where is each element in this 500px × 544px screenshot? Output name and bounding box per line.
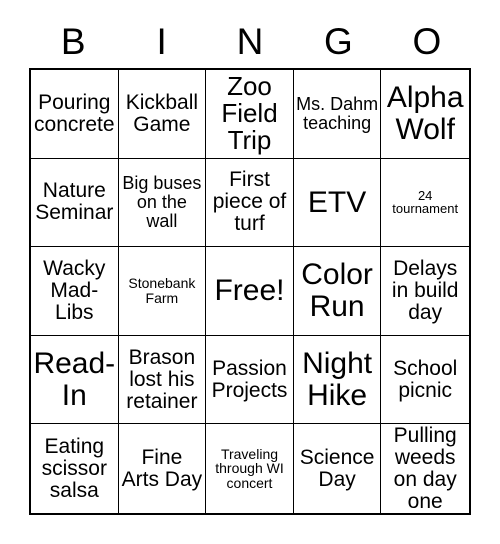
bingo-cell[interactable]: Eating scissor salsa — [31, 424, 119, 513]
bingo-cell-text: ETV — [307, 185, 367, 219]
bingo-header-letter-i: I — [156, 20, 167, 62]
bingo-cell[interactable]: Zoo Field Trip — [206, 70, 294, 159]
bingo-header-letter-b: B — [60, 20, 86, 62]
bingo-header-row: B I N G O — [29, 14, 471, 68]
bingo-cell-text: Traveling through WI concert — [215, 445, 284, 492]
bingo-cell-text: Alpha Wolf — [386, 81, 464, 146]
bingo-cell[interactable]: Color Run — [293, 247, 382, 336]
bingo-cell-text: First piece of turf — [212, 168, 287, 236]
bingo-cell[interactable]: Read-In — [31, 335, 119, 425]
bingo-cell[interactable]: Night Hike — [293, 335, 382, 425]
bingo-cell[interactable]: Pulling weeds on day one — [381, 424, 469, 513]
bingo-cell-text: Kickball Game — [125, 90, 199, 136]
bingo-cell-text: Passion Projects — [211, 356, 288, 402]
bingo-cell-free[interactable]: Free! — [206, 247, 294, 336]
bingo-cell[interactable]: Traveling through WI concert — [206, 424, 294, 513]
bingo-cell[interactable]: Wacky Mad-Libs — [31, 247, 119, 336]
bingo-cell[interactable]: 24 tournament — [381, 158, 469, 248]
bingo-cell-text: Delays in build day — [391, 256, 459, 325]
bingo-cell[interactable]: Stonebank Farm — [118, 247, 207, 336]
bingo-cell-text: Ms. Dahm teaching — [296, 93, 379, 133]
bingo-header-letter-g: G — [324, 20, 353, 62]
bingo-cell[interactable]: Brason lost his retainer — [118, 335, 207, 425]
bingo-cell-text: Brason lost his retainer — [126, 345, 198, 413]
bingo-cell-text: Color Run — [301, 258, 373, 323]
bingo-header-letter-o: O — [412, 20, 442, 62]
bingo-header-letter-n: N — [236, 20, 264, 62]
bingo-cell-text: Pulling weeds on day one — [393, 424, 457, 513]
bingo-cell-text: Eating scissor salsa — [41, 434, 107, 502]
bingo-cell-text: Read-In — [33, 347, 116, 412]
bingo-cell[interactable]: Alpha Wolf — [381, 70, 469, 159]
bingo-cell-text: School picnic — [393, 356, 458, 402]
bingo-cell[interactable]: Fine Arts Day — [118, 424, 207, 513]
bingo-card: B I N G O Pouring concrete Kickball Game… — [0, 0, 500, 544]
bingo-cell-text: Free! — [214, 274, 285, 308]
bingo-cell-text: Zoo Field Trip — [221, 70, 278, 156]
bingo-cell[interactable]: Pouring concrete — [31, 70, 119, 159]
bingo-grid: Pouring concrete Kickball Game Zoo Field… — [29, 68, 471, 515]
bingo-cell-text: Night Hike — [302, 347, 373, 412]
bingo-cell-text: Wacky Mad-Libs — [43, 256, 106, 325]
bingo-cell[interactable]: Kickball Game — [118, 70, 207, 159]
bingo-cell-text: Stonebank Farm — [128, 275, 196, 306]
bingo-cell[interactable]: Ms. Dahm teaching — [293, 70, 382, 159]
bingo-cell-text: Science Day — [299, 445, 375, 491]
bingo-cell-text: Nature Seminar — [35, 179, 114, 225]
bingo-cell-text: 24 tournament — [392, 187, 459, 217]
bingo-cell[interactable]: Science Day — [293, 424, 382, 513]
bingo-cell[interactable]: Delays in build day — [381, 247, 469, 336]
bingo-cell[interactable]: Passion Projects — [206, 335, 294, 425]
bingo-cell[interactable]: First piece of turf — [206, 158, 294, 248]
bingo-cell[interactable]: Nature Seminar — [31, 158, 119, 248]
bingo-cell-text: Fine Arts Day — [121, 445, 203, 491]
bingo-cell-text: Big buses on the wall — [122, 173, 202, 231]
bingo-cell[interactable]: ETV — [293, 158, 382, 248]
bingo-cell[interactable]: School picnic — [381, 335, 469, 425]
bingo-cell[interactable]: Big buses on the wall — [118, 158, 207, 248]
bingo-cell-text: Pouring concrete — [34, 90, 115, 136]
